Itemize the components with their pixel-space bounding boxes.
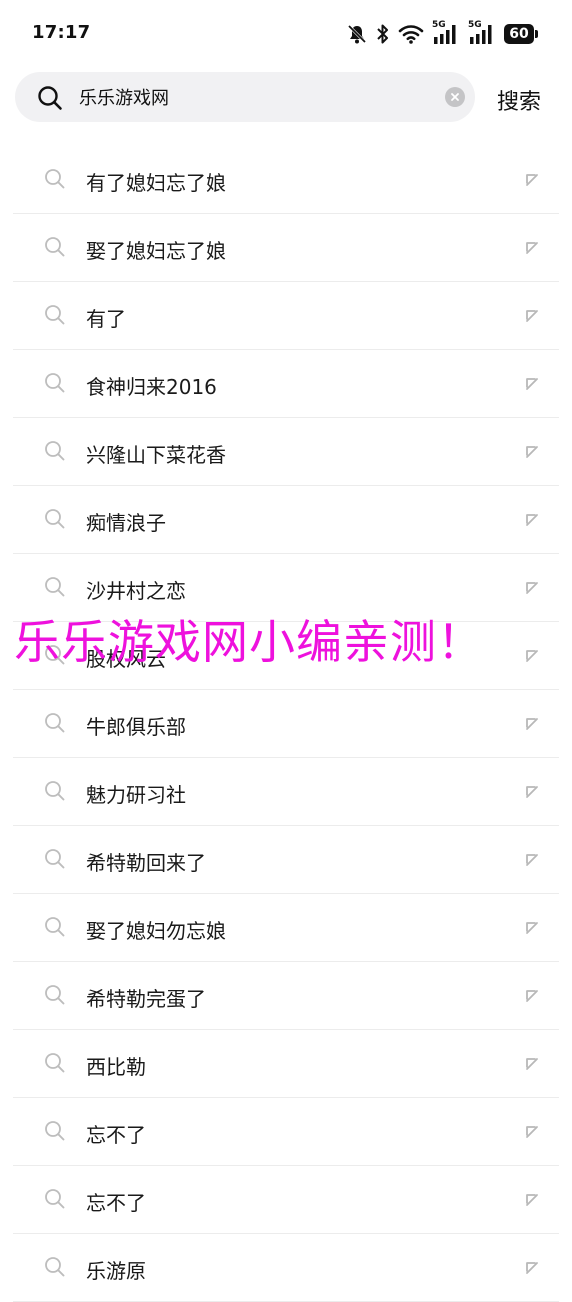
suggestion-item[interactable]: 食神归来2016 — [0, 350, 572, 418]
arrow-up-left-icon[interactable] — [524, 1260, 540, 1280]
battery-icon: 60 — [504, 24, 538, 44]
arrow-up-left-icon[interactable] — [524, 172, 540, 192]
suggestion-item[interactable]: 忘不了 — [0, 1098, 572, 1166]
suggestion-label: 魅力研习社 — [86, 783, 186, 807]
arrow-up-left-icon[interactable] — [524, 376, 540, 396]
arrow-up-left-icon[interactable] — [524, 1124, 540, 1144]
suggestion-item[interactable]: 忘不了 — [0, 1166, 572, 1234]
search-box[interactable] — [15, 72, 475, 122]
search-icon — [37, 85, 63, 115]
suggestion-label: 食神归来2016 — [86, 375, 217, 399]
search-icon — [44, 576, 66, 602]
suggestion-label: 有了 — [86, 307, 126, 331]
suggestion-item[interactable]: 有了 — [0, 282, 572, 350]
suggestion-item[interactable]: 痴情浪子 — [0, 486, 572, 554]
arrow-up-left-icon[interactable] — [524, 240, 540, 260]
suggestion-item[interactable]: 希特勒完蛋了 — [0, 962, 572, 1030]
bluetooth-icon — [376, 23, 390, 45]
suggestion-label: 沙井村之恋 — [86, 579, 186, 603]
search-icon — [44, 440, 66, 466]
suggestion-list: 有了媳妇忘了娘 娶了媳妇忘了娘 有了食神归来2016 兴隆山下菜花香 痴情浪子沙井村之恋… — [0, 146, 572, 1302]
clear-icon[interactable] — [445, 87, 465, 107]
arrow-up-left-icon[interactable] — [524, 308, 540, 328]
signal-icon: 5G — [432, 20, 460, 46]
arrow-up-left-icon[interactable] — [524, 580, 540, 600]
search-input[interactable] — [79, 72, 439, 122]
arrow-up-left-icon[interactable] — [524, 648, 540, 668]
search-icon — [44, 236, 66, 262]
suggestion-item[interactable]: 魅力研习社 — [0, 758, 572, 826]
search-icon — [44, 984, 66, 1010]
signal-icon: 5G — [468, 20, 496, 46]
search-icon — [44, 1188, 66, 1214]
status-icons: 5G 5G 60 — [346, 20, 538, 48]
suggestion-label: 忘不了 — [86, 1191, 146, 1215]
search-icon — [44, 168, 66, 194]
wifi-icon — [398, 23, 424, 45]
search-button[interactable]: 搜索 — [497, 84, 541, 116]
suggestion-item[interactable]: 兴隆山下菜花香 — [0, 418, 572, 486]
suggestion-label: 希特勒回来了 — [86, 851, 206, 875]
search-icon — [44, 304, 66, 330]
suggestion-label: 牛郎俱乐部 — [86, 715, 186, 739]
suggestion-item[interactable]: 娶了媳妇忘了娘 — [0, 214, 572, 282]
suggestion-label: 忘不了 — [86, 1123, 146, 1147]
bell-off-icon — [346, 23, 368, 45]
suggestion-label: 西比勒 — [86, 1055, 146, 1079]
arrow-up-left-icon[interactable] — [524, 852, 540, 872]
suggestion-item[interactable]: 希特勒回来了 — [0, 826, 572, 894]
battery-level: 60 — [504, 24, 534, 44]
search-icon — [44, 1052, 66, 1078]
suggestion-item[interactable]: 西比勒 — [0, 1030, 572, 1098]
arrow-up-left-icon[interactable] — [524, 512, 540, 532]
suggestion-label: 希特勒完蛋了 — [86, 987, 206, 1011]
arrow-up-left-icon[interactable] — [524, 920, 540, 940]
search-icon — [44, 1120, 66, 1146]
suggestion-label: 兴隆山下菜花香 — [86, 443, 226, 467]
arrow-up-left-icon[interactable] — [524, 988, 540, 1008]
search-icon — [44, 848, 66, 874]
arrow-up-left-icon[interactable] — [524, 1056, 540, 1076]
suggestion-label: 乐游原 — [86, 1259, 146, 1283]
search-icon — [44, 1256, 66, 1282]
suggestion-item[interactable]: 有了媳妇忘了娘 — [0, 146, 572, 214]
arrow-up-left-icon[interactable] — [524, 1192, 540, 1212]
status-time: 17:17 — [32, 22, 91, 43]
arrow-up-left-icon[interactable] — [524, 784, 540, 804]
arrow-up-left-icon[interactable] — [524, 716, 540, 736]
search-bar: 搜索 — [0, 72, 572, 124]
suggestion-item[interactable]: 乐游原 — [0, 1234, 572, 1302]
search-icon — [44, 372, 66, 398]
search-icon — [44, 780, 66, 806]
suggestion-label: 娶了媳妇忘了娘 — [86, 239, 226, 263]
status-bar: 17:17 5G 5G 60 — [0, 0, 572, 66]
suggestion-label: 有了媳妇忘了娘 — [86, 171, 226, 195]
suggestion-item[interactable]: 娶了媳妇勿忘娘 — [0, 894, 572, 962]
search-icon — [44, 916, 66, 942]
search-icon — [44, 712, 66, 738]
search-icon — [44, 508, 66, 534]
arrow-up-left-icon[interactable] — [524, 444, 540, 464]
suggestion-item[interactable]: 牛郎俱乐部 — [0, 690, 572, 758]
suggestion-label: 痴情浪子 — [86, 511, 166, 535]
watermark-text: 乐乐游戏网小编亲测！ — [14, 615, 484, 669]
suggestion-label: 娶了媳妇勿忘娘 — [86, 919, 226, 943]
